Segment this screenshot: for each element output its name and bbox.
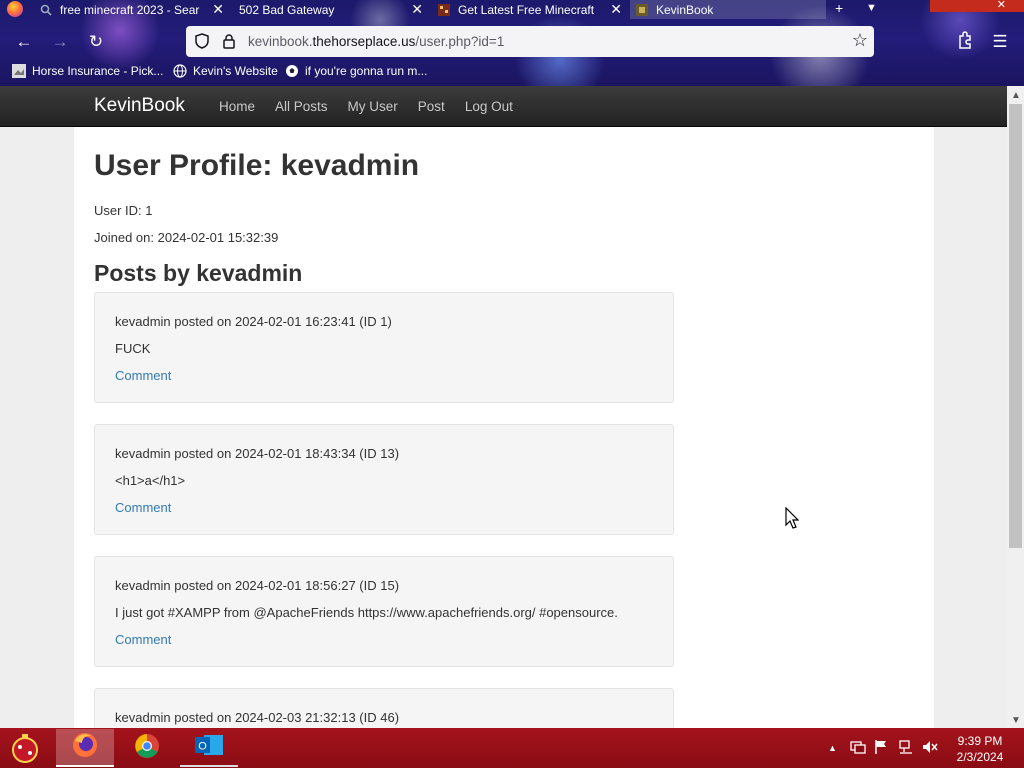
- comment-link[interactable]: Comment: [115, 500, 171, 515]
- url-path: /user.php?id=1: [415, 34, 505, 49]
- comment-link[interactable]: Comment: [115, 368, 171, 383]
- tab-bad-gateway[interactable]: 502 Bad Gateway ✕: [239, 0, 429, 19]
- posts-heading: Posts by kevadmin: [94, 260, 303, 286]
- bookmark-label: Kevin's Website: [193, 64, 278, 78]
- post-header: kevadmin posted on 2024-02-03 21:32:13 (…: [115, 710, 400, 725]
- post-header: kevadmin posted on 2024-02-01 18:43:34 (…: [115, 446, 400, 461]
- post-card: kevadmin posted on 2024-02-01 18:43:34 (…: [94, 424, 674, 535]
- nav-my-user[interactable]: My User: [348, 99, 398, 114]
- network-icon[interactable]: [898, 739, 914, 758]
- shield-icon[interactable]: [194, 33, 210, 49]
- system-clock[interactable]: 9:39 PM 2/3/2024: [950, 733, 1010, 765]
- bookmark-gonna-run[interactable]: if you're gonna run m...: [285, 64, 427, 78]
- reload-icon[interactable]: ↻: [86, 32, 106, 52]
- window-close-button[interactable]: ✕: [930, 0, 1024, 12]
- browser-chrome: free minecraft 2023 - Sear ✕ 502 Bad Gat…: [0, 0, 1024, 86]
- close-tab-icon[interactable]: ✕: [212, 1, 224, 18]
- url-domain: thehorseplace.us: [312, 34, 416, 49]
- post-header: kevadmin posted on 2024-02-01 16:23:41 (…: [115, 314, 392, 329]
- clock-time: 9:39 PM: [957, 734, 1003, 748]
- tab-search[interactable]: free minecraft 2023 - Sear ✕: [40, 0, 230, 19]
- close-tab-icon[interactable]: ✕: [411, 1, 423, 18]
- menu-icon[interactable]: ☰: [990, 32, 1010, 52]
- volume-muted-icon[interactable]: [922, 739, 938, 758]
- minecraft-icon: [438, 3, 450, 16]
- page-icon: [12, 64, 26, 78]
- soccer-ball-icon: [285, 64, 299, 78]
- chrome-icon: [133, 732, 161, 765]
- forward-arrow-icon[interactable]: →: [50, 32, 70, 52]
- site-nav-links: Home All Posts My User Post Log Out: [219, 99, 533, 114]
- tab-minecraft[interactable]: Get Latest Free Minecraft P ✕: [438, 0, 628, 19]
- back-arrow-icon[interactable]: ←: [14, 32, 34, 52]
- tab-label: free minecraft 2023 - Sear: [60, 2, 200, 17]
- bookmark-star-icon[interactable]: ☆: [852, 30, 868, 51]
- tab-label: Get Latest Free Minecraft P: [458, 2, 598, 17]
- taskbar-outlook[interactable]: O: [180, 729, 238, 767]
- bookmarks-toolbar: Horse Insurance - Pick... Kevin's Websit…: [0, 62, 1024, 84]
- comment-link[interactable]: Comment: [115, 632, 171, 647]
- url-text[interactable]: kevinbook.thehorseplace.us/user.php?id=1: [248, 34, 504, 49]
- page-viewport: KevinBook Home All Posts My User Post Lo…: [0, 86, 1007, 728]
- post-card: kevadmin posted on 2024-02-01 16:23:41 (…: [94, 292, 674, 403]
- post-body: <h1>a</h1>: [115, 473, 186, 488]
- bookmark-label: if you're gonna run m...: [305, 64, 428, 78]
- kevinbook-favicon-icon: [636, 3, 648, 16]
- post-body: I just got #XAMPP from @ApacheFriends ht…: [115, 605, 618, 620]
- nav-home[interactable]: Home: [219, 99, 255, 114]
- taskbar-firefox[interactable]: [56, 729, 114, 767]
- tab-label: 502 Bad Gateway: [239, 2, 335, 17]
- post-body: FUCK: [115, 341, 151, 356]
- tab-kevinbook[interactable]: KevinBook: [630, 0, 826, 19]
- new-tab-button[interactable]: +: [835, 0, 843, 16]
- windows-taskbar: O ▲ 9:39 PM 2/3/2024: [0, 728, 1024, 768]
- taskbar-chrome[interactable]: [118, 729, 176, 767]
- start-ornament-icon[interactable]: [8, 732, 42, 764]
- tab-label: KevinBook: [656, 2, 714, 17]
- firefox-menu-icon[interactable]: [7, 1, 23, 17]
- post-card: kevadmin posted on 2024-02-01 18:56:27 (…: [94, 556, 674, 667]
- scroll-up-icon[interactable]: ▲: [1011, 90, 1021, 101]
- user-id: User ID: 1: [94, 203, 153, 218]
- main-container: User Profile: kevadmin User ID: 1 Joined…: [74, 127, 934, 728]
- tab-strip: free minecraft 2023 - Sear ✕ 502 Bad Gat…: [0, 0, 1024, 19]
- tray-expand-icon[interactable]: ▲: [828, 743, 837, 753]
- post-header: kevadmin posted on 2024-02-01 18:56:27 (…: [115, 578, 400, 593]
- address-bar[interactable]: kevinbook.thehorseplace.us/user.php?id=1…: [186, 26, 874, 57]
- mouse-cursor-icon: [785, 507, 799, 529]
- lock-icon[interactable]: [222, 33, 236, 49]
- post-card: kevadmin posted on 2024-02-03 21:32:13 (…: [94, 688, 674, 728]
- nav-post[interactable]: Post: [418, 99, 445, 114]
- network-share-icon[interactable]: [850, 739, 866, 758]
- scroll-down-icon[interactable]: ▼: [1011, 715, 1021, 726]
- site-brand[interactable]: KevinBook: [94, 95, 185, 117]
- url-subdomain: kevinbook.: [248, 34, 313, 49]
- outlook-icon: O: [194, 732, 224, 763]
- close-tab-icon[interactable]: ✕: [610, 1, 622, 18]
- svg-text:O: O: [198, 740, 207, 752]
- joined-date: Joined on: 2024-02-01 15:32:39: [94, 230, 279, 245]
- flag-icon[interactable]: [874, 739, 888, 758]
- tab-list-chevron-icon[interactable]: ▼: [866, 2, 877, 14]
- search-icon: [40, 4, 52, 16]
- extensions-icon[interactable]: [955, 31, 975, 51]
- nav-all-posts[interactable]: All Posts: [275, 99, 328, 114]
- bookmark-horse-insurance[interactable]: Horse Insurance - Pick...: [12, 64, 163, 78]
- globe-icon: [173, 64, 187, 78]
- page-title: User Profile: kevadmin: [94, 149, 420, 182]
- page-scrollbar[interactable]: ▲ ▼: [1007, 86, 1024, 728]
- bookmark-kevins-website[interactable]: Kevin's Website: [173, 64, 278, 78]
- site-navbar: KevinBook Home All Posts My User Post Lo…: [0, 86, 1007, 127]
- firefox-icon: [71, 731, 99, 764]
- nav-log-out[interactable]: Log Out: [465, 99, 513, 114]
- bookmark-label: Horse Insurance - Pick...: [32, 64, 164, 78]
- clock-date: 2/3/2024: [956, 750, 1004, 764]
- scrollbar-thumb[interactable]: [1009, 104, 1022, 548]
